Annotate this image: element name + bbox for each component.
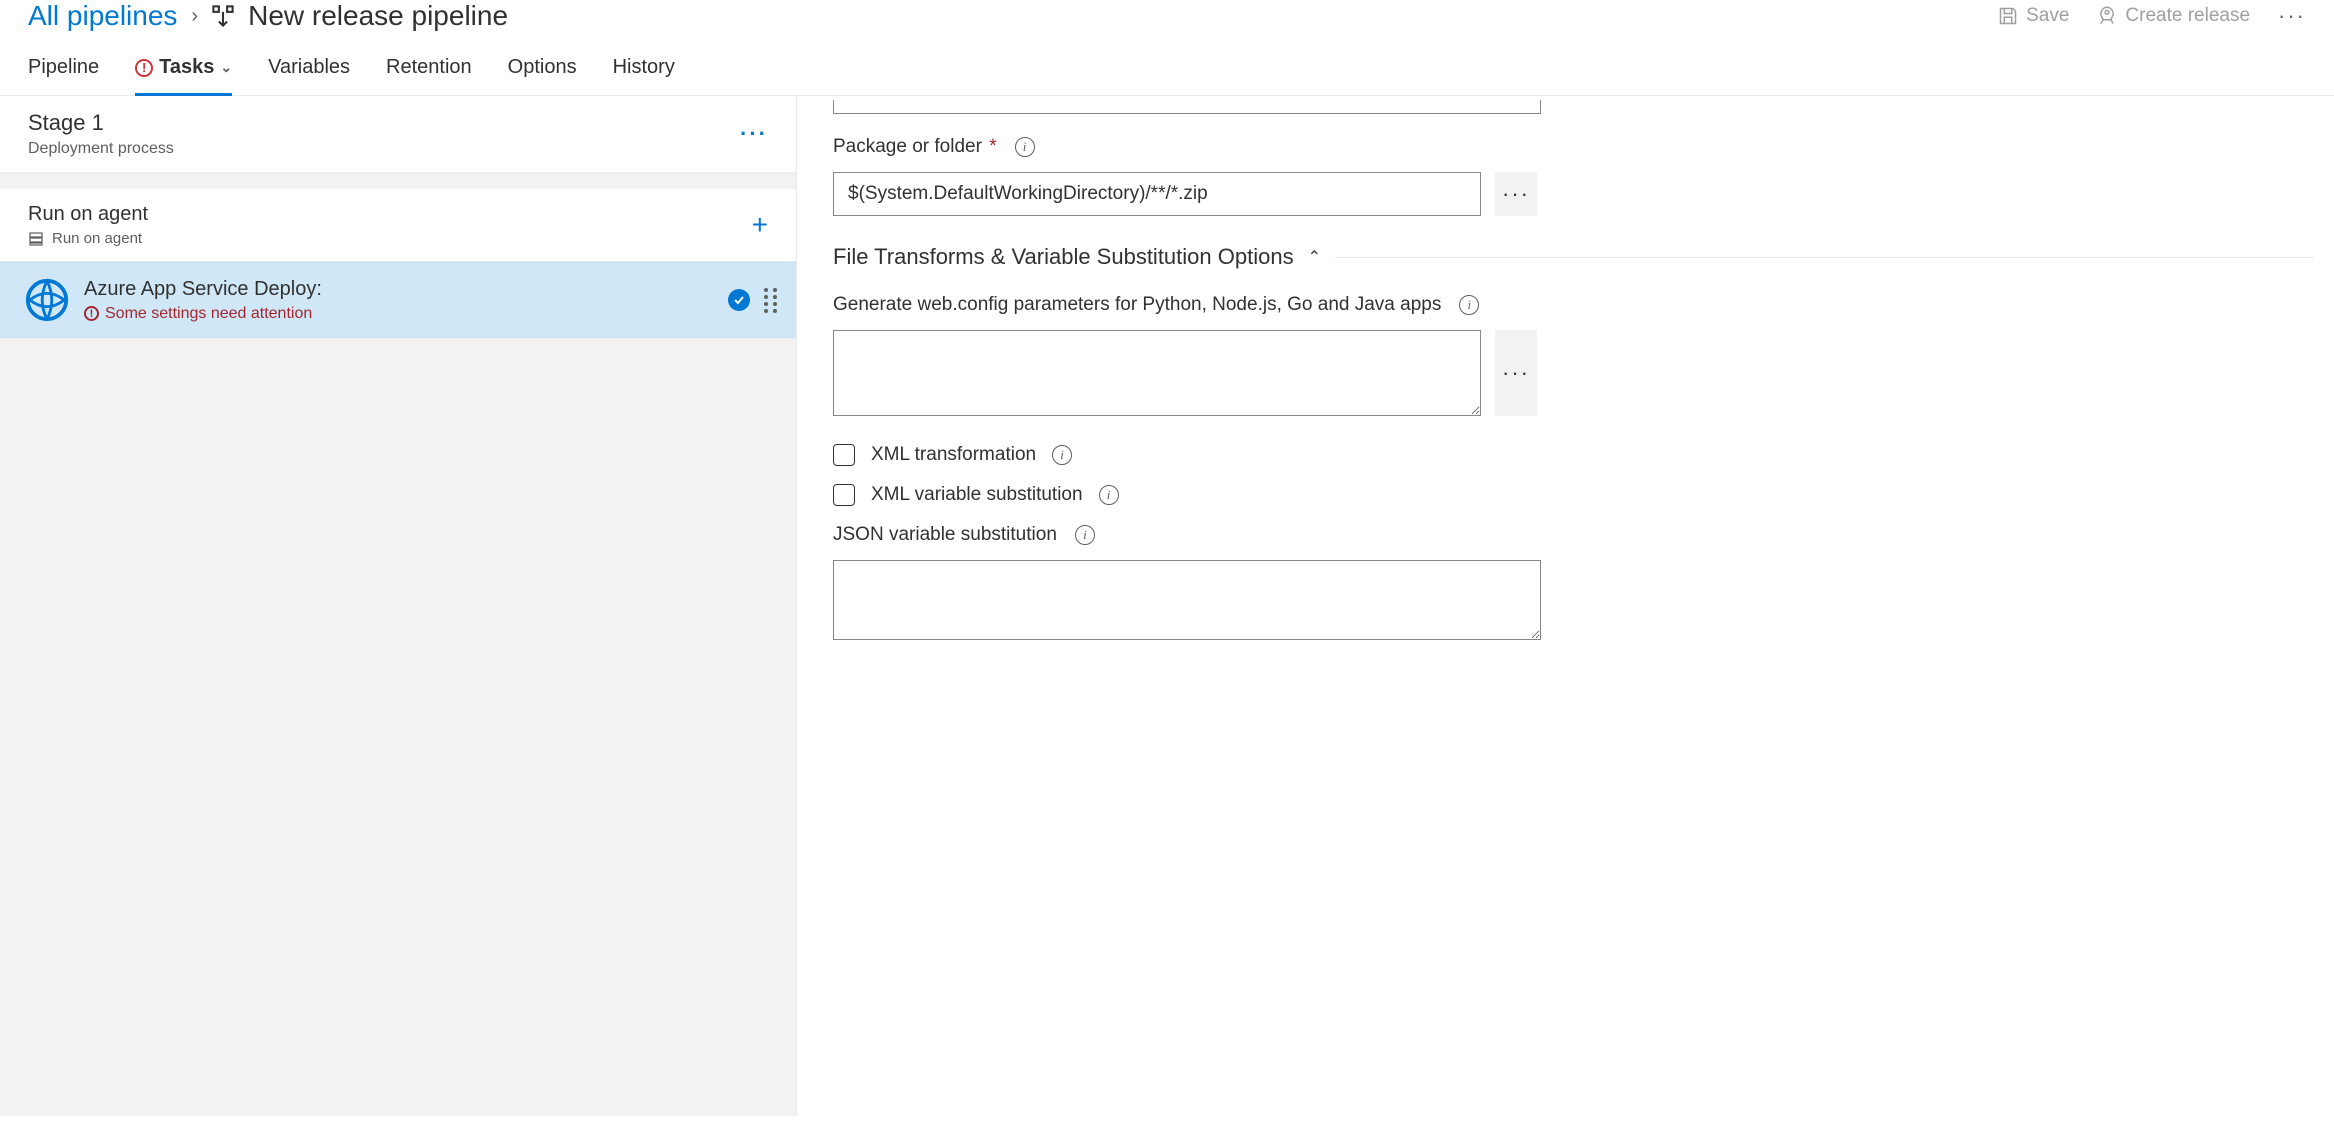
server-icon [28, 231, 44, 247]
tab-history[interactable]: History [613, 46, 675, 96]
info-icon[interactable]: i [1459, 295, 1479, 315]
browse-button[interactable]: ··· [1495, 172, 1537, 216]
more-actions-icon[interactable]: ··· [2278, 3, 2306, 29]
info-icon[interactable]: i [1075, 525, 1095, 545]
tab-variables[interactable]: Variables [268, 46, 350, 96]
chevron-up-icon: ⌃ [1308, 247, 1321, 267]
stage-subtitle: Deployment process [28, 140, 174, 158]
tab-retention[interactable]: Retention [386, 46, 472, 96]
webconfig-label: Generate web.config parameters for Pytho… [833, 294, 2314, 316]
breadcrumb-root[interactable]: All pipelines [28, 0, 177, 32]
task-enabled-icon[interactable] [728, 289, 750, 311]
file-transforms-section-header[interactable]: File Transforms & Variable Substitution … [833, 244, 2314, 270]
section-title-label: File Transforms & Variable Substitution … [833, 244, 1294, 270]
add-task-icon[interactable]: + [752, 209, 768, 241]
pipeline-icon [212, 5, 234, 27]
save-button[interactable]: Save [1998, 5, 2069, 27]
task-settings-panel: Package or folder * i ··· File Transform… [797, 96, 2334, 1116]
tabs-bar: Pipeline ! Tasks ⌄ Variables Retention O… [0, 46, 2334, 96]
rocket-icon [2097, 6, 2117, 26]
agent-title: Run on agent [28, 203, 148, 226]
info-icon[interactable]: i [1099, 485, 1119, 505]
azure-app-service-icon [24, 277, 70, 323]
tab-tasks[interactable]: ! Tasks ⌄ [135, 46, 232, 96]
browse-button[interactable]: ··· [1495, 330, 1537, 416]
stage-more-icon[interactable]: ··· [740, 121, 768, 147]
info-icon[interactable]: i [1015, 137, 1035, 157]
xml-varsub-label: XML variable substitution [871, 484, 1083, 506]
create-release-label: Create release [2125, 5, 2250, 27]
drag-handle-icon[interactable] [764, 288, 778, 313]
tasks-panel: Stage 1 Deployment process ··· Run on ag… [0, 96, 797, 1116]
stage-title: Stage 1 [28, 110, 174, 136]
header-actions: Save Create release ··· [1998, 3, 2306, 29]
page-header: All pipelines › New release pipeline Sav… [0, 0, 2334, 46]
stage-header[interactable]: Stage 1 Deployment process ··· [0, 96, 796, 173]
breadcrumb-current: New release pipeline [248, 0, 508, 32]
task-title: Azure App Service Deploy: [84, 278, 714, 301]
section-divider [1335, 257, 2314, 258]
tab-pipeline[interactable]: Pipeline [28, 46, 99, 96]
agent-sub-label: Run on agent [52, 230, 142, 247]
create-release-button[interactable]: Create release [2097, 5, 2250, 27]
error-icon: ! [135, 59, 153, 77]
tab-tasks-label: Tasks [159, 56, 214, 79]
package-folder-input[interactable] [833, 172, 1481, 216]
webconfig-input[interactable] [833, 330, 1481, 416]
package-folder-label: Package or folder * i [833, 136, 2314, 158]
xml-transformation-label: XML transformation [871, 444, 1036, 466]
chevron-down-icon[interactable]: ⌄ [220, 59, 232, 76]
save-icon [1998, 6, 2018, 26]
json-varsub-input[interactable] [833, 560, 1541, 640]
json-varsub-label: JSON variable substitution i [833, 524, 2314, 546]
breadcrumb: All pipelines › New release pipeline [28, 0, 508, 32]
xml-transformation-checkbox[interactable] [833, 444, 855, 466]
info-icon[interactable]: i [1052, 445, 1072, 465]
error-icon: ! [84, 306, 99, 321]
agent-job-row[interactable]: Run on agent Run on agent + [0, 189, 796, 262]
save-label: Save [2026, 5, 2069, 27]
task-row-azure-deploy[interactable]: Azure App Service Deploy: ! Some setting… [0, 262, 796, 338]
xml-varsub-checkbox[interactable] [833, 484, 855, 506]
chevron-right-icon: › [191, 5, 198, 28]
tab-options[interactable]: Options [508, 46, 577, 96]
task-error-label: Some settings need attention [105, 305, 312, 323]
main-content: Stage 1 Deployment process ··· Run on ag… [0, 96, 2334, 1116]
cutoff-input[interactable] [833, 100, 1541, 114]
